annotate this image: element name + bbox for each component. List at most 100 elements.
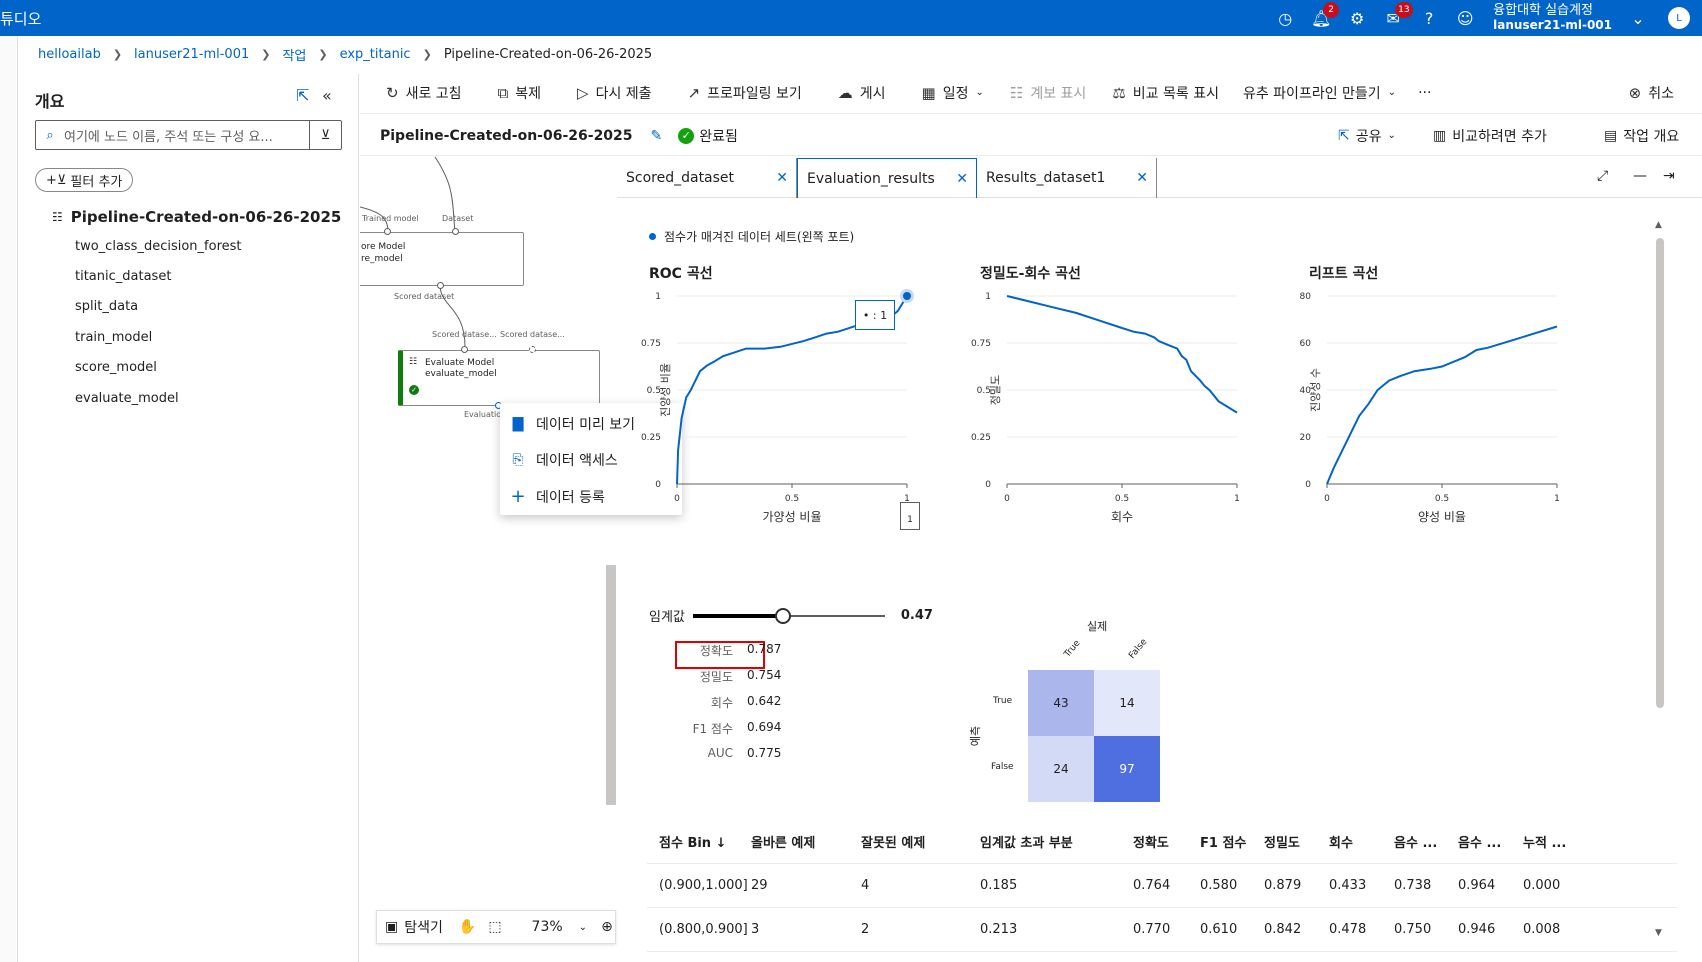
- tree-item[interactable]: two_class_decision_forest: [75, 239, 242, 254]
- menu-item-access-data[interactable]: ⎘ 데이터 액세스: [510, 450, 617, 470]
- evaluate-model-node[interactable]: ☷ Evaluate Model evaluate_model ✓: [398, 350, 600, 406]
- menu-item-register-data[interactable]: + 데이터 등록: [510, 486, 605, 507]
- canvas-scrollbar[interactable]: [606, 565, 616, 805]
- cancel-button[interactable]: ⊗ 취소: [1629, 83, 1674, 103]
- breadcrumb-experiment[interactable]: exp_titanic: [340, 47, 411, 62]
- explorer-button[interactable]: 탐색기: [404, 917, 443, 937]
- column-header[interactable]: 누적 ...: [1523, 832, 1566, 851]
- scroll-up-icon[interactable]: ▲: [1655, 220, 1662, 230]
- input-port[interactable]: [384, 228, 391, 235]
- bell-icon[interactable]: 🔔︎ 2: [1303, 0, 1340, 36]
- chevron-down-icon[interactable]: ⌄: [579, 922, 587, 933]
- edit-icon[interactable]: ✎: [651, 128, 663, 144]
- job-overview-button[interactable]: ▤ 작업 개요: [1604, 126, 1679, 146]
- similar-pipeline-button[interactable]: 유추 파이프라인 만들기 ⌄: [1243, 83, 1396, 103]
- avatar[interactable]: L: [1668, 7, 1690, 29]
- chevron-down-icon[interactable]: ⌄: [1620, 0, 1656, 36]
- panel-title: 개요: [35, 92, 65, 111]
- breadcrumb-jobs[interactable]: 작업: [282, 45, 306, 64]
- add-to-compare-button[interactable]: ▥ 비교하려면 추가: [1433, 126, 1547, 146]
- breadcrumb: helloailab ❯ lanuser21-ml-001 ❯ 작업 ❯ exp_ti…: [38, 36, 652, 72]
- minimize-icon[interactable]: —: [1633, 168, 1647, 184]
- dock-icon[interactable]: ⇥: [1663, 168, 1675, 184]
- menu-item-label: 데이터 등록: [536, 489, 605, 506]
- gear-icon[interactable]: ⚙: [1339, 0, 1375, 36]
- scroll-down-icon[interactable]: ▼: [1655, 928, 1662, 938]
- column-header[interactable]: 회수: [1329, 832, 1353, 851]
- output-port[interactable]: [437, 282, 444, 289]
- input-port[interactable]: [461, 346, 468, 353]
- table-row[interactable]: (0.900,1.000] 29 4 0.185 0.764 0.580 0.8…: [647, 864, 1677, 908]
- metric-row: 정밀도 0.754: [657, 668, 781, 685]
- close-icon[interactable]: ✕: [956, 171, 968, 187]
- filter-icon[interactable]: ⊻: [309, 121, 341, 149]
- compare-list-button[interactable]: ⚖ 비교 목록 표시: [1112, 83, 1219, 103]
- refresh-button[interactable]: ↻ 새로 고침: [386, 83, 462, 103]
- roc-threshold-marker[interactable]: 1: [900, 502, 920, 530]
- breadcrumb-workspace[interactable]: helloailab: [38, 47, 101, 62]
- publish-button[interactable]: ☁ 게시: [838, 83, 886, 103]
- column-header[interactable]: 음수 ...: [1394, 832, 1437, 851]
- share-button[interactable]: ⇱ 공유 ⌄: [1338, 126, 1396, 146]
- breadcrumb-user[interactable]: lanuser21-ml-001: [134, 47, 249, 62]
- column-header[interactable]: 임계값 초과 부분: [980, 832, 1073, 851]
- profiling-button[interactable]: ↗ 프로파일링 보기: [688, 83, 802, 103]
- share-icon[interactable]: ⇱: [296, 86, 309, 105]
- select-icon[interactable]: ⬚: [488, 919, 501, 935]
- metric-label: 회수: [710, 696, 733, 710]
- table-row[interactable]: (0.800,0.900] 3 2 0.213 0.770 0.610 0.84…: [647, 908, 1677, 952]
- explorer-icon[interactable]: ▣: [385, 919, 398, 935]
- tree-item[interactable]: train_model: [75, 330, 152, 345]
- lineage-label: 계보 표시: [1030, 85, 1087, 102]
- confusion-col-label: False: [1127, 637, 1150, 661]
- resubmit-button[interactable]: ▷ 다시 제출: [577, 83, 652, 103]
- tab-scored-dataset[interactable]: Scored_dataset ✕: [617, 158, 797, 198]
- column-header[interactable]: 잘못된 예제: [861, 832, 925, 851]
- filter-add-icon: +⊻: [46, 172, 67, 188]
- column-header[interactable]: 점수 Bin ↓: [659, 832, 726, 851]
- chart-icon: ☷: [409, 357, 418, 367]
- score-model-node[interactable]: ore Model re_model: [360, 232, 524, 286]
- schedule-button[interactable]: ▦ 일정 ⌄: [922, 83, 984, 103]
- tree-item[interactable]: split_data: [75, 299, 138, 314]
- announcement-count-badge: 13: [1395, 2, 1413, 18]
- zoom-level[interactable]: 73%: [532, 919, 563, 935]
- tab-results-dataset1[interactable]: Results_dataset1 ✕: [977, 158, 1157, 198]
- tree-item[interactable]: titanic_dataset: [75, 269, 171, 284]
- evaluation-results-panel: 점수가 매겨진 데이터 세트(왼쪽 포트) ROC 곡선 정밀도-회수 곡선 리…: [617, 198, 1702, 962]
- column-header[interactable]: F1 점수: [1200, 832, 1246, 851]
- column-header[interactable]: 올바른 예제: [751, 832, 815, 851]
- more-button[interactable]: ···: [1418, 85, 1431, 101]
- add-filter-button[interactable]: +⊻ 필터 추가: [35, 168, 134, 192]
- close-icon[interactable]: ✕: [1136, 170, 1148, 186]
- tree-item[interactable]: score_model: [75, 360, 157, 375]
- threshold-slider[interactable]: [692, 607, 885, 624]
- hand-pan-icon[interactable]: ✋: [459, 919, 476, 935]
- input-port[interactable]: [529, 346, 536, 353]
- results-scrollbar[interactable]: [1656, 238, 1664, 708]
- pipeline-canvas[interactable]: Trained model Dataset ore Model re_model…: [360, 157, 616, 962]
- smiley-icon[interactable]: ☺: [1447, 0, 1483, 36]
- close-icon[interactable]: ✕: [776, 170, 788, 186]
- collapse-icon[interactable]: «: [322, 86, 332, 105]
- megaphone-icon[interactable]: ✉ 13: [1375, 0, 1413, 36]
- column-header[interactable]: 정밀도: [1264, 832, 1300, 851]
- brand-title[interactable]: 튜디오: [0, 8, 41, 29]
- left-rail: [0, 36, 18, 962]
- column-header[interactable]: 정확도: [1133, 832, 1169, 851]
- slider-thumb[interactable]: [775, 607, 792, 624]
- account-info[interactable]: 융합대학 실습계정 lanuser21-ml-001: [1493, 3, 1620, 33]
- y-tick-label: 0.75: [971, 339, 991, 349]
- expand-icon[interactable]: ⤢: [1597, 168, 1608, 184]
- help-icon[interactable]: ?: [1411, 0, 1447, 36]
- tree-root-pipeline[interactable]: ☷ Pipeline-Created-on-06-26-2025: [52, 208, 341, 226]
- tab-evaluation-results[interactable]: Evaluation_results ✕: [797, 158, 977, 198]
- tree-item[interactable]: evaluate_model: [75, 391, 179, 406]
- table-cell: 0.750: [1394, 922, 1432, 937]
- clock-icon[interactable]: ◷: [1267, 0, 1303, 36]
- node-search-input[interactable]: ⌕ 여기에 노드 이름, 주석 또는 구성 요... ⊻: [35, 120, 342, 150]
- zoom-in-icon[interactable]: ⊕: [601, 919, 613, 935]
- input-port[interactable]: [452, 228, 459, 235]
- clone-button[interactable]: ⧉ 복제: [498, 83, 541, 103]
- column-header[interactable]: 음수 ...: [1458, 832, 1501, 851]
